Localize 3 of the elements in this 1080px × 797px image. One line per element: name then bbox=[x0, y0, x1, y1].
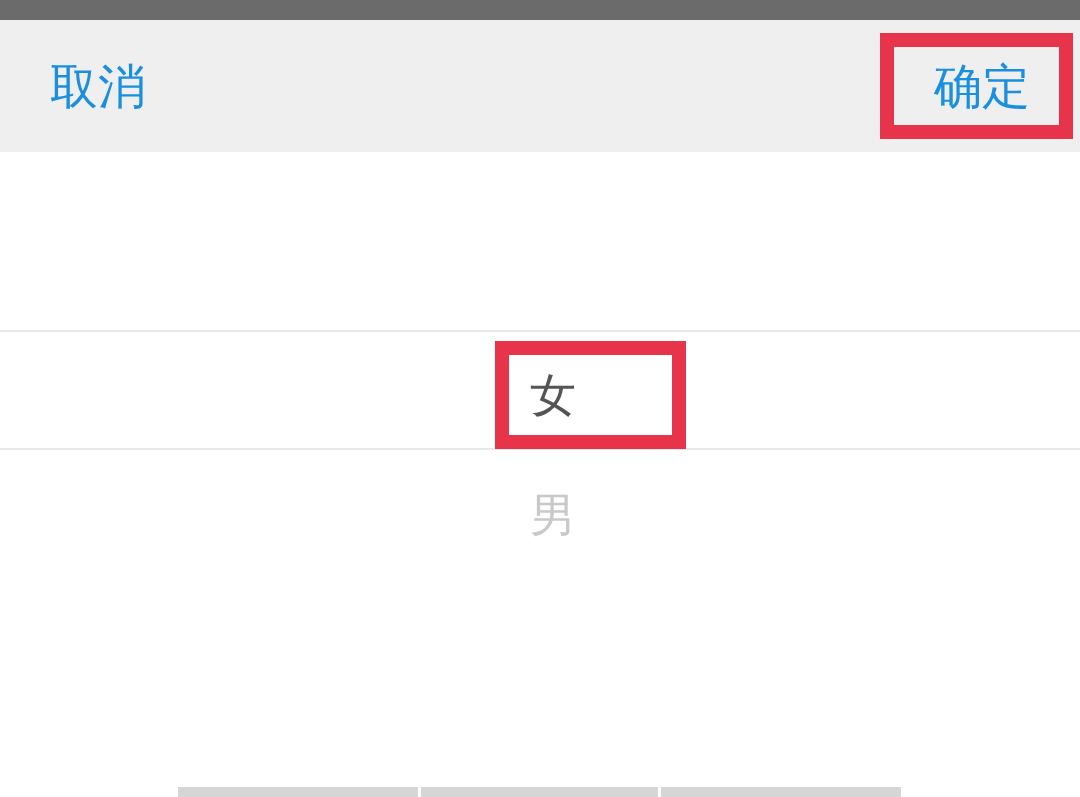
cancel-button[interactable]: 取消 bbox=[25, 33, 171, 139]
confirm-button[interactable]: 确定 bbox=[880, 33, 1073, 139]
picker-option[interactable]: 女 bbox=[495, 341, 686, 449]
